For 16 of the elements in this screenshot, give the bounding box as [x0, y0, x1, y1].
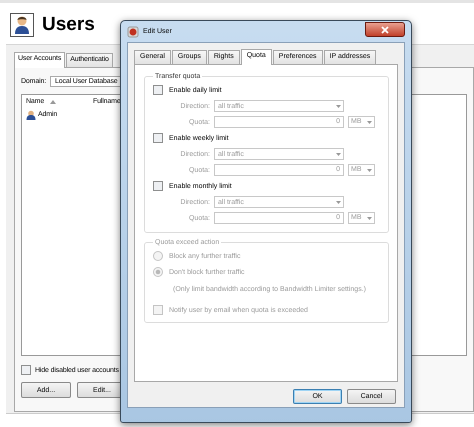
- user-icon: [26, 110, 36, 120]
- caret-icon: [336, 104, 341, 108]
- caret-icon: [336, 152, 341, 156]
- caret-icon: [367, 120, 372, 124]
- caret-icon: [367, 216, 372, 220]
- users-icon: [10, 12, 34, 36]
- app-icon: [127, 26, 139, 38]
- page-title: Users: [42, 14, 95, 36]
- close-button[interactable]: [365, 22, 405, 37]
- caret-icon: [336, 200, 341, 204]
- checkbox[interactable]: [153, 85, 163, 95]
- checkbox[interactable]: [153, 181, 163, 191]
- caret-icon: [367, 168, 372, 172]
- checkbox[interactable]: [21, 365, 31, 375]
- checkbox[interactable]: [153, 133, 163, 143]
- close-icon: [381, 26, 389, 34]
